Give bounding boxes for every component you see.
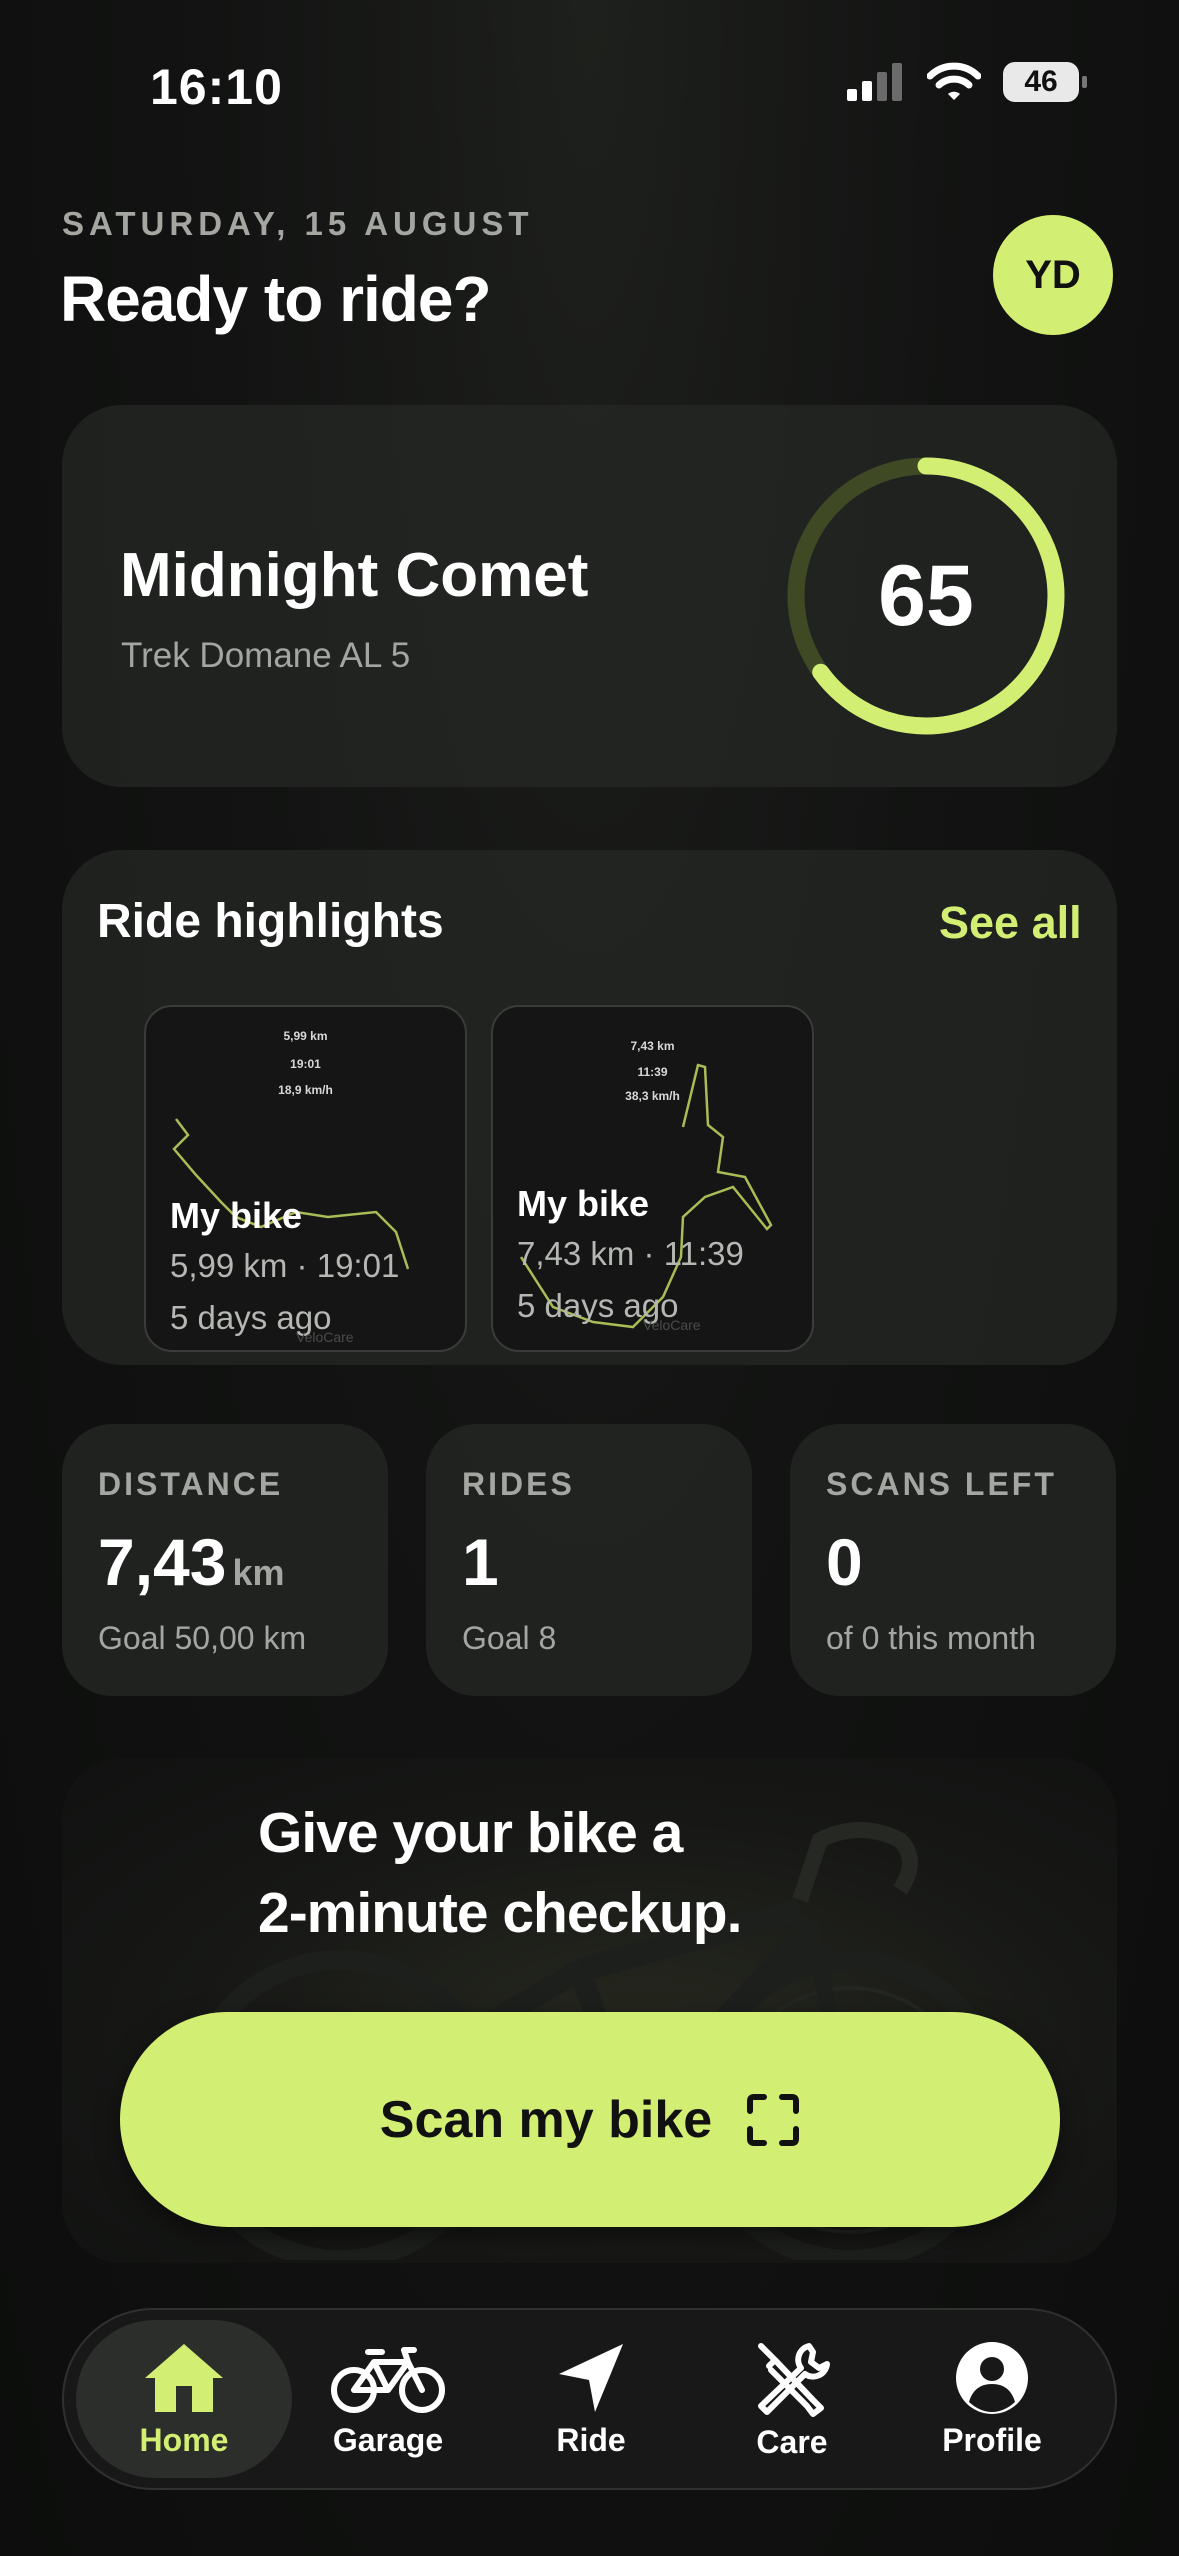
stat-goal: Goal 50,00 km xyxy=(98,1620,307,1656)
stat-label: SCANS LEFT xyxy=(826,1466,1057,1502)
avatar[interactable]: YD xyxy=(993,215,1113,335)
health-score-value: 65 xyxy=(878,547,974,644)
see-all-link[interactable]: See all xyxy=(939,897,1082,949)
profile-icon xyxy=(956,2341,1028,2414)
ride-stats: 5,99 km · 19:01 xyxy=(170,1247,400,1284)
tab-care[interactable]: Care xyxy=(684,2320,900,2478)
stat-goal: Goal 8 xyxy=(462,1620,557,1656)
ride-thumb-distance: 7,43 km xyxy=(630,1039,675,1053)
ride-name: My bike xyxy=(170,1195,303,1236)
ride-stats: 7,43 km · 11:39 xyxy=(517,1235,744,1272)
stat-label: RIDES xyxy=(462,1466,575,1502)
ride-highlights-title: Ride highlights xyxy=(97,895,444,948)
tools-icon xyxy=(758,2342,830,2417)
stat-card-scans-left[interactable]: SCANS LEFT 0 of 0 this month xyxy=(790,1424,1116,1696)
tab-home[interactable]: Home xyxy=(76,2320,292,2478)
promo-title-line-1: Give your bike a xyxy=(258,1801,683,1865)
ride-thumb-speed: 38,3 km/h xyxy=(625,1089,680,1103)
ride-name: My bike xyxy=(517,1183,650,1224)
ride-thumb-distance: 5,99 km xyxy=(283,1029,328,1043)
page-title: Ready to ride? xyxy=(60,263,492,335)
stat-card-rides[interactable]: RIDES 1 Goal 8 xyxy=(426,1424,752,1696)
wifi-icon xyxy=(927,62,981,100)
tab-label: Garage xyxy=(332,2421,444,2458)
stat-value: 1 xyxy=(462,1525,499,1599)
tab-ride[interactable]: Ride xyxy=(483,2320,699,2478)
ride-card[interactable]: 5,99 km 19:01 18,9 km/h My bike 5,99 km … xyxy=(144,1005,467,1352)
ride-watermark: VeloCare xyxy=(643,1317,701,1333)
stat-value: 0 xyxy=(826,1525,863,1599)
stat-unit: km xyxy=(232,1552,285,1593)
status-time: 16:10 xyxy=(150,59,283,115)
bike-name: Midnight Comet xyxy=(120,541,589,610)
bicycle-icon xyxy=(331,2346,445,2413)
stat-label: DISTANCE xyxy=(98,1466,284,1502)
tab-label: Home xyxy=(139,2421,229,2458)
bike-model: Trek Domane AL 5 xyxy=(121,636,411,675)
ride-card[interactable]: 7,43 km 11:39 38,3 km/h My bike 7,43 km … xyxy=(491,1005,814,1352)
stat-goal: of 0 this month xyxy=(826,1620,1036,1656)
stat-card-distance[interactable]: DISTANCE 7,43 km Goal 50,00 km xyxy=(62,1424,388,1696)
promo-title-line-2: 2-minute checkup. xyxy=(258,1881,742,1945)
battery-level: 46 xyxy=(1024,65,1058,98)
ride-watermark: VeloCare xyxy=(296,1329,354,1345)
tab-label: Ride xyxy=(556,2421,626,2458)
tab-garage[interactable]: Garage xyxy=(280,2320,496,2478)
ride-thumb-speed: 18,9 km/h xyxy=(278,1083,333,1097)
tab-label: Care xyxy=(756,2423,828,2460)
ride-thumb-time: 19:01 xyxy=(290,1057,321,1071)
battery-indicator: 46 xyxy=(1003,62,1087,102)
scan-bike-button[interactable]: Scan my bike xyxy=(120,2012,1060,2227)
header-date: SATURDAY, 15 AUGUST xyxy=(62,205,534,242)
home-icon xyxy=(145,2343,223,2412)
ride-thumb-time: 11:39 xyxy=(637,1065,668,1079)
cellular-signal-icon xyxy=(847,63,902,101)
navigation-arrow-icon xyxy=(559,2343,623,2412)
scan-frame-icon xyxy=(747,2093,800,2146)
scan-bike-label: Scan my bike xyxy=(379,2090,713,2149)
stat-value: 7,43 km xyxy=(98,1524,285,1600)
tab-profile[interactable]: Profile xyxy=(884,2320,1100,2478)
status-icons: 46 xyxy=(847,62,1087,102)
stat-number: 7,43 xyxy=(98,1525,227,1599)
tab-label: Profile xyxy=(942,2421,1042,2458)
